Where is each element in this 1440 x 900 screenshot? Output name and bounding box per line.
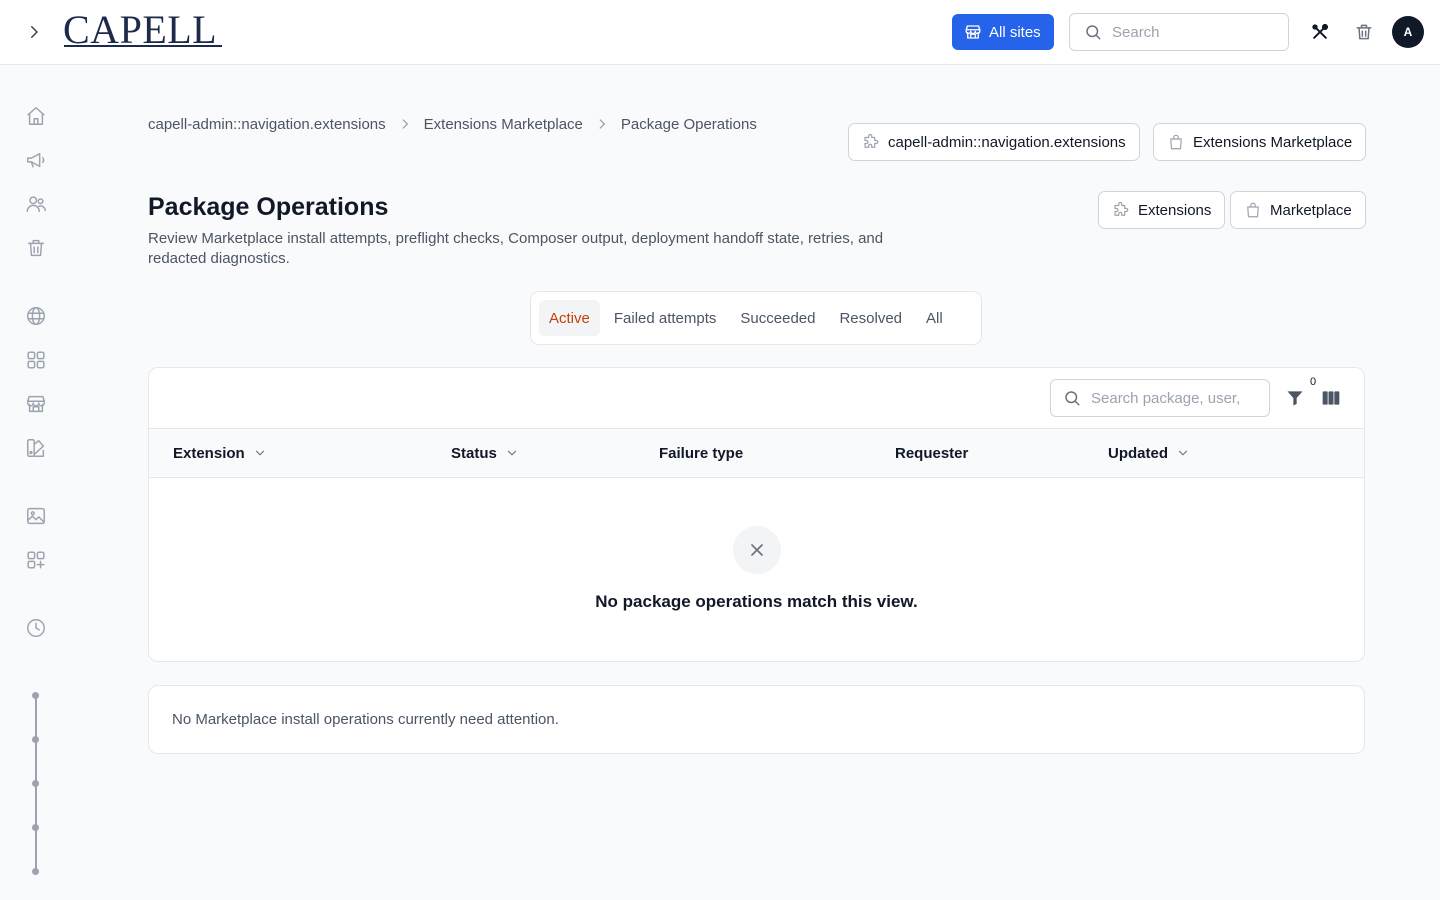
- navigation-extensions-button[interactable]: capell-admin::navigation.extensions: [848, 123, 1140, 161]
- extensions-label: Extensions: [1138, 201, 1212, 219]
- table-search[interactable]: [1050, 379, 1270, 417]
- home-icon[interactable]: [24, 104, 48, 128]
- top-bar: CAPELL All sites A: [0, 0, 1440, 65]
- extensions-marketplace-button[interactable]: Extensions Marketplace: [1153, 123, 1367, 161]
- search-icon: [1084, 23, 1102, 41]
- chevron-down-icon: [1176, 446, 1190, 460]
- trash-icon[interactable]: [24, 236, 48, 260]
- storefront-icon: [964, 23, 982, 41]
- chevron-down-icon: [505, 446, 519, 460]
- grid-plus-icon[interactable]: [24, 548, 48, 572]
- chevron-down-icon: [253, 446, 267, 460]
- column-header-failure-type: Failure type: [659, 429, 743, 477]
- column-header-extension[interactable]: Extension: [173, 429, 267, 477]
- trash-button[interactable]: [1352, 20, 1376, 44]
- tools-icon: [1312, 23, 1329, 39]
- timeline-dot[interactable]: [32, 692, 39, 699]
- table-search-input[interactable]: [1091, 389, 1241, 407]
- tab-all[interactable]: All: [916, 300, 953, 336]
- navigation-extensions-label: capell-admin::navigation.extensions: [888, 133, 1126, 151]
- empty-state-message: No package operations match this view.: [595, 592, 918, 611]
- tab-succeeded[interactable]: Succeeded: [730, 300, 825, 336]
- toggle-columns-button[interactable]: [1319, 386, 1343, 410]
- trash-icon: [1356, 24, 1372, 40]
- puzzle-icon: [862, 133, 880, 151]
- megaphone-icon[interactable]: [24, 148, 48, 172]
- chevron-right-icon: [595, 117, 609, 131]
- columns-icon: [1322, 391, 1340, 405]
- shopping-bag-icon: [1244, 201, 1262, 219]
- column-header-label: Failure type: [659, 444, 744, 462]
- column-header-label: Requester: [895, 444, 969, 462]
- page-title: Package Operations: [148, 193, 389, 221]
- column-header-updated[interactable]: Updated: [1108, 429, 1190, 477]
- notice-text: No Marketplace install operations curren…: [172, 711, 559, 728]
- global-search[interactable]: [1069, 13, 1289, 51]
- clock-icon[interactable]: [24, 616, 48, 640]
- image-icon[interactable]: [24, 504, 48, 528]
- swatch-icon[interactable]: [24, 436, 48, 460]
- breadcrumb-current-page: Package Operations: [620, 115, 757, 133]
- column-header-label: Updated: [1108, 444, 1168, 462]
- timeline-dot[interactable]: [32, 736, 39, 743]
- storefront-icon[interactable]: [24, 392, 48, 416]
- chevron-right-icon: [31, 26, 38, 38]
- user-avatar[interactable]: A: [1392, 16, 1424, 48]
- global-search-input[interactable]: [1112, 23, 1262, 41]
- grid-icon[interactable]: [24, 348, 48, 372]
- column-header-requester: Requester: [895, 429, 968, 477]
- extensions-marketplace-label: Extensions Marketplace: [1193, 133, 1353, 151]
- globe-icon[interactable]: [24, 304, 48, 328]
- timeline-dot[interactable]: [32, 868, 39, 875]
- tab-active[interactable]: Active: [539, 300, 600, 336]
- all-sites-label: All sites: [989, 23, 1041, 41]
- package-operations-table: 0 Extension Status Failure type Requeste…: [148, 367, 1365, 662]
- all-sites-button[interactable]: All sites: [952, 14, 1054, 50]
- users-icon[interactable]: [24, 192, 48, 216]
- table-header: Extension Status Failure type Requester …: [149, 428, 1364, 478]
- notice-card: No Marketplace install operations curren…: [148, 685, 1365, 754]
- status-tabs: Active Failed attempts Succeeded Resolve…: [530, 291, 982, 345]
- extensions-button[interactable]: Extensions: [1098, 191, 1226, 229]
- column-header-status[interactable]: Status: [451, 429, 519, 477]
- marketplace-button[interactable]: Marketplace: [1230, 191, 1366, 229]
- expand-sidebar-button[interactable]: [20, 18, 48, 46]
- breadcrumb-extensions-marketplace[interactable]: Extensions Marketplace: [424, 116, 583, 133]
- filter-icon: [1287, 391, 1303, 406]
- breadcrumb: capell-admin::navigation.extensions Exte…: [148, 114, 757, 134]
- tab-resolved[interactable]: Resolved: [829, 300, 912, 336]
- marketplace-label: Marketplace: [1270, 201, 1352, 219]
- tab-failed-attempts[interactable]: Failed attempts: [604, 300, 727, 336]
- filter-button[interactable]: [1283, 386, 1307, 410]
- page-description: Review Marketplace install attempts, pre…: [148, 230, 884, 267]
- logo-underline: [64, 45, 222, 47]
- close-icon: [733, 526, 781, 574]
- timeline-dot[interactable]: [32, 780, 39, 787]
- puzzle-icon: [1112, 201, 1130, 219]
- breadcrumb-navigation-extensions[interactable]: capell-admin::navigation.extensions: [148, 116, 386, 133]
- column-header-label: Extension: [173, 444, 245, 462]
- chevron-right-icon: [398, 117, 412, 131]
- column-header-label: Status: [451, 444, 497, 462]
- tools-button[interactable]: [1308, 20, 1332, 44]
- search-icon: [1063, 389, 1081, 407]
- shopping-bag-icon: [1167, 133, 1185, 151]
- timeline-dot[interactable]: [32, 824, 39, 831]
